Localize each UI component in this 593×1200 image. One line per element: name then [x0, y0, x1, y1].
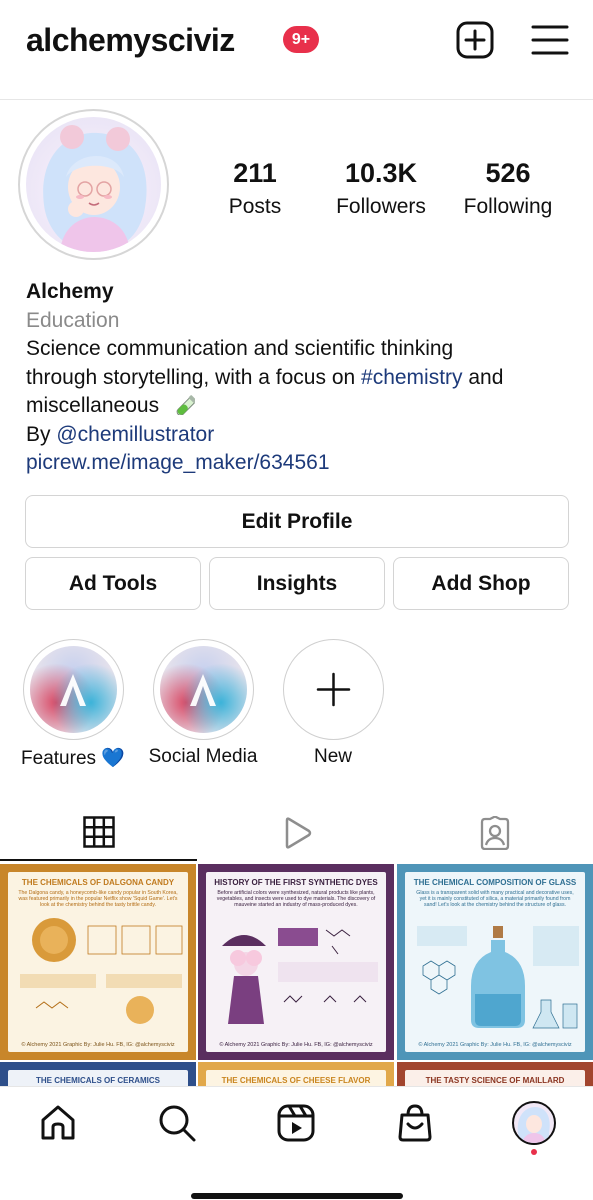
- insights-button[interactable]: Insights: [209, 557, 385, 610]
- ad-tools-button[interactable]: Ad Tools: [25, 557, 201, 610]
- tab-posts-grid[interactable]: [0, 805, 197, 861]
- by-label: By: [26, 422, 57, 446]
- tagged-icon: [480, 816, 509, 850]
- plus-square-icon[interactable]: [455, 20, 495, 60]
- profile-avatar: [26, 117, 161, 252]
- highlight-label: New: [313, 746, 352, 767]
- home-icon[interactable]: [38, 1103, 78, 1143]
- profile-content-tabs: [0, 805, 593, 861]
- post-title: THE CHEMICAL COMPOSITION OF GLASS: [413, 878, 577, 887]
- add-shop-button[interactable]: Add Shop: [393, 557, 569, 610]
- post-tile[interactable]: HISTORY OF THE FIRST SYNTHETIC DYES Befo…: [198, 864, 394, 1060]
- followers-label: Followers: [336, 195, 426, 218]
- profile-category: Education: [26, 308, 120, 332]
- test-tube-icon: [176, 395, 198, 416]
- profile-username[interactable]: alchemysciviz: [26, 22, 235, 59]
- highlight-new[interactable]: New: [273, 639, 393, 768]
- profile-avatar[interactable]: [512, 1101, 556, 1145]
- post-footer: © Alchemy 2021 Graphic By: Julie Hu. FB,…: [418, 1042, 572, 1048]
- post-illustration: [222, 928, 378, 1024]
- home-indicator: [191, 1193, 403, 1199]
- following-label: Following: [463, 195, 553, 218]
- grid-icon: [82, 816, 115, 848]
- avatar-thumbnail: [517, 1107, 550, 1143]
- stat-followers[interactable]: 10.3K Followers: [326, 158, 436, 219]
- post-subtitle: The Dalgona candy, a honeycomb-like cand…: [18, 890, 178, 908]
- bottom-navigation-bar: [0, 1086, 593, 1200]
- post-panel: THE CHEMICAL COMPOSITION OF GLASS Glass …: [405, 872, 585, 1052]
- highlight-cover-image: [29, 646, 117, 733]
- post-illustration: [417, 926, 579, 1029]
- post-title: THE CHEMICALS OF DALGONA CANDY: [21, 878, 175, 887]
- profile-bio: Alchemy Education Science communication …: [26, 278, 571, 478]
- highlight-cover-ring: [22, 639, 124, 740]
- posts-label: Posts: [228, 195, 282, 218]
- stat-posts[interactable]: 211 Posts: [206, 158, 304, 219]
- post-title: HISTORY OF THE FIRST SYNTHETIC DYES: [214, 878, 378, 887]
- highlight-cover-image: [159, 646, 247, 733]
- post-footer: © Alchemy 2021 Graphic By: Julie Hu. FB,…: [219, 1042, 373, 1048]
- website-link[interactable]: picrew.me/image_maker/634561: [26, 451, 330, 474]
- followers-count: 10.3K: [344, 158, 418, 188]
- post-illustration: [20, 918, 183, 1024]
- highlight-cover-ring: [152, 639, 254, 740]
- profile-display-name: Alchemy: [26, 280, 114, 303]
- post-tile[interactable]: THE CHEMICAL COMPOSITION OF GLASS Glass …: [397, 864, 593, 1060]
- post-subtitle: Glass is a transparent solid with many p…: [416, 890, 574, 908]
- new-highlight-ring: [282, 639, 384, 740]
- posts-count: 211: [233, 158, 277, 188]
- top-header: alchemysciviz 9+: [0, 0, 593, 100]
- post-panel: THE CHEMICALS OF DALGONA CANDY The Dalgo…: [8, 872, 188, 1052]
- search-icon[interactable]: [157, 1103, 197, 1143]
- profile-avatar-ring[interactable]: [18, 109, 169, 260]
- highlight-social-media[interactable]: Social Media: [143, 639, 263, 768]
- notification-dot: [531, 1149, 537, 1155]
- highlight-features[interactable]: Features 💙: [13, 639, 133, 770]
- post-panel: HISTORY OF THE FIRST SYNTHETIC DYES Befo…: [206, 872, 386, 1052]
- notification-badge[interactable]: 9+: [283, 26, 319, 53]
- post-tile[interactable]: THE CHEMICALS OF DALGONA CANDY The Dalgo…: [0, 864, 196, 1060]
- plus-icon: [316, 672, 350, 707]
- post-title: THE CHEMICALS OF CERAMICS: [36, 1076, 160, 1085]
- bio-line-2-start: through storytelling, with a focus on: [26, 365, 362, 389]
- edit-profile-button[interactable]: Edit Profile: [25, 495, 569, 548]
- highlight-label: Social Media: [148, 746, 258, 767]
- bio-line-1: Science communication and scientific thi…: [26, 337, 454, 360]
- bio-line-3: miscellaneous: [26, 394, 160, 417]
- bio-line-2-end: and: [462, 365, 504, 389]
- hashtag-link[interactable]: #chemistry: [361, 366, 463, 389]
- shop-icon[interactable]: [395, 1103, 435, 1143]
- tab-tagged[interactable]: [396, 805, 593, 861]
- post-title: THE CHEMICALS OF CHEESE FLAVOR: [221, 1076, 371, 1085]
- reels-play-icon: [285, 817, 311, 849]
- post-footer: © Alchemy 2021 Graphic By: Julie Hu. FB,…: [21, 1042, 175, 1048]
- following-count: 526: [485, 158, 531, 188]
- stat-following[interactable]: 526 Following: [452, 158, 564, 219]
- menu-icon[interactable]: [530, 20, 570, 60]
- reels-icon[interactable]: [276, 1103, 316, 1143]
- post-subtitle: Before artificial colors were synthesize…: [216, 890, 376, 908]
- mention-link[interactable]: @chemillustrator: [56, 423, 214, 446]
- tab-reels[interactable]: [198, 805, 395, 861]
- highlight-label: Features 💙: [21, 748, 125, 769]
